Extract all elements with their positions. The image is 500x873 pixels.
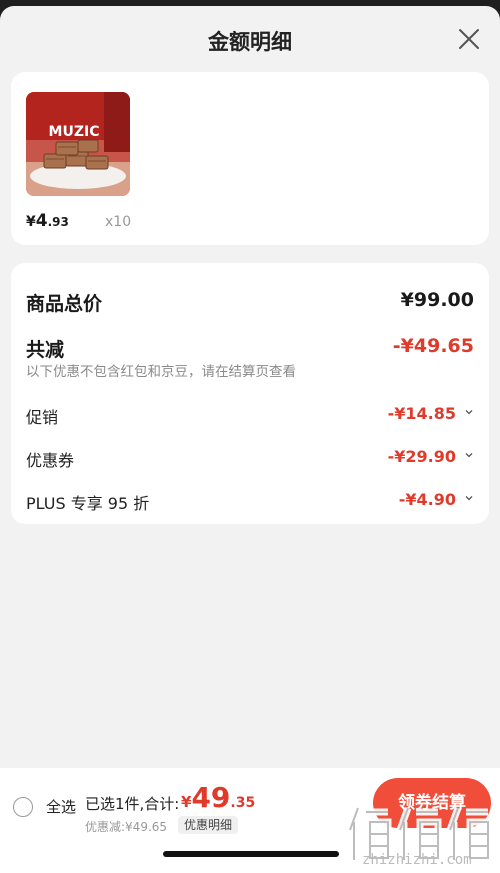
total-amount: ¥49.35 <box>181 781 255 814</box>
amount-detail-sheet: 金额明细 MUZIC ¥4.93 x10 商品总价 ¥99.00 共减 -¥49… <box>0 6 500 873</box>
product-brand-text: MUZIC <box>49 124 100 140</box>
select-all-label[interactable]: 全选 <box>46 796 76 817</box>
chevron-down-icon[interactable] <box>464 407 474 417</box>
discount-detail-tag[interactable]: 优惠明细 <box>178 816 239 834</box>
selected-summary: 已选1件,合计: <box>85 795 180 813</box>
amount-detail-card: 商品总价 ¥99.00 共减 -¥49.65 以下优惠不包含红包和京豆，请在结算… <box>11 263 489 524</box>
coupon-value: -¥29.90 <box>387 447 456 466</box>
total-value: ¥99.00 <box>400 289 474 311</box>
plus-label: PLUS 专享 95 折 <box>26 494 150 513</box>
goods-card: MUZIC ¥4.93 x10 <box>11 72 489 245</box>
sheet-header: 金额明细 <box>0 6 500 72</box>
home-indicator[interactable] <box>163 851 339 857</box>
total-dec: .35 <box>230 795 256 811</box>
product-price-int: 4 <box>35 211 48 231</box>
total-label: 商品总价 <box>26 293 103 315</box>
product-price-dec: .93 <box>47 215 69 229</box>
total-int: 49 <box>191 781 231 814</box>
chevron-down-icon[interactable] <box>464 493 474 503</box>
plus-value: -¥4.90 <box>398 490 456 509</box>
reduce-value: -¥49.65 <box>392 335 474 357</box>
watermark-site: zhizhizhi.com <box>362 852 472 868</box>
product-price: ¥4.93 <box>26 211 69 231</box>
promo-label: 促销 <box>26 408 59 427</box>
discount-note: 以下优惠不包含红包和京豆，请在结算页查看 <box>26 364 296 380</box>
total-symbol: ¥ <box>181 793 192 811</box>
product-quantity: x10 <box>105 214 132 230</box>
coupon-label: 优惠券 <box>26 451 75 470</box>
product-image[interactable]: MUZIC <box>26 92 130 196</box>
chevron-down-icon[interactable] <box>464 450 474 460</box>
product-price-symbol: ¥ <box>26 214 36 230</box>
promo-value: -¥14.85 <box>387 404 456 423</box>
select-all-radio[interactable] <box>13 797 33 817</box>
checkout-button[interactable]: 领券结算 <box>373 778 491 828</box>
sheet-title: 金额明细 <box>208 30 292 54</box>
close-icon[interactable] <box>458 28 480 50</box>
reduce-label: 共减 <box>26 339 65 361</box>
discount-summary: 优惠减:¥49.65 <box>85 820 168 834</box>
checkout-bar: 全选 已选1件,合计: ¥49.35 优惠减:¥49.65 优惠明细 领券结算 … <box>0 768 500 873</box>
